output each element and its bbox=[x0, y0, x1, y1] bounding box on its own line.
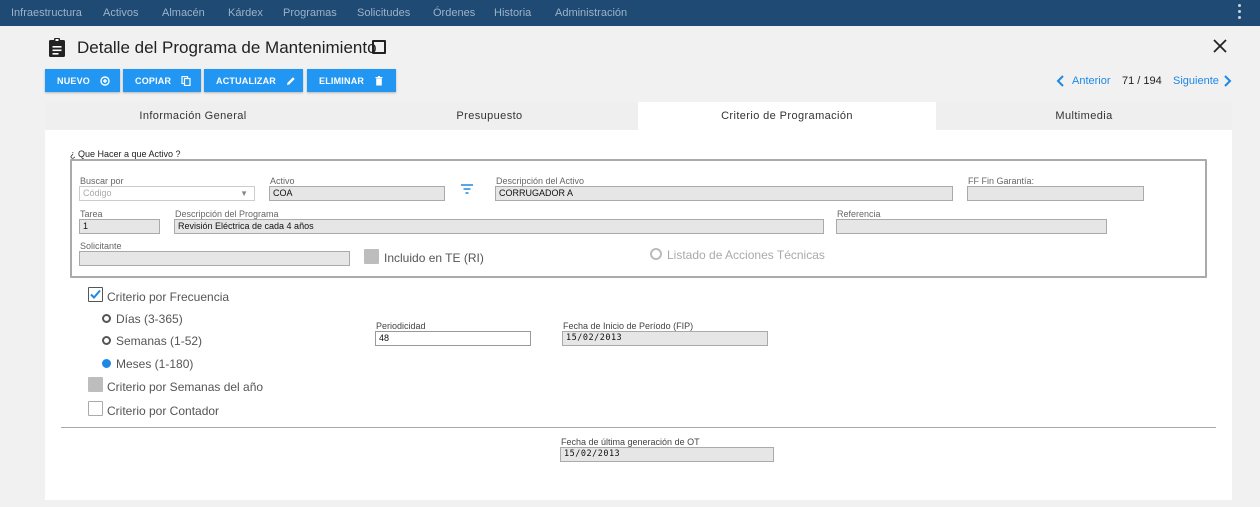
tab-criterio-programacion[interactable]: Criterio de Programación bbox=[638, 102, 936, 130]
check-icon bbox=[90, 289, 101, 299]
desc-activo-label: Descripción del Activo bbox=[496, 176, 585, 186]
ultima-ot-label: Fecha de última generación de OT bbox=[561, 437, 700, 447]
ultima-ot-field[interactable]: 15/02/2013 bbox=[560, 447, 774, 462]
program-detail-card: Información General Presupuesto Criterio… bbox=[45, 102, 1232, 500]
ff-garantia-field[interactable] bbox=[967, 186, 1144, 201]
add-circle-icon bbox=[100, 75, 110, 86]
nav-item-ordenes[interactable]: Órdenes bbox=[433, 7, 475, 19]
solicitante-label: Solicitante bbox=[80, 241, 122, 251]
semanas-anio-label: Criterio por Semanas del año bbox=[107, 380, 264, 394]
periodicidad-label: Periodicidad bbox=[376, 321, 426, 331]
tab-presupuesto[interactable]: Presupuesto bbox=[341, 102, 638, 130]
chevron-left-icon[interactable] bbox=[1056, 75, 1066, 87]
more-vert-icon[interactable] bbox=[1238, 4, 1242, 22]
periodicidad-input[interactable]: 48 bbox=[375, 331, 531, 346]
tab-informacion-general[interactable]: Información General bbox=[45, 102, 341, 130]
nav-item-almacen[interactable]: Almacén bbox=[162, 7, 205, 19]
desc-programa-field[interactable]: Revisión Eléctrica de cada 4 años bbox=[174, 219, 824, 234]
close-icon[interactable] bbox=[1212, 38, 1228, 54]
section-title: ¿ Que Hacer a que Activo ? bbox=[70, 149, 181, 159]
ff-garantia-label: FF Fin Garantía: bbox=[968, 176, 1035, 186]
incluido-te-checkbox[interactable] bbox=[364, 249, 379, 264]
tab-multimedia[interactable]: Multimedia bbox=[936, 102, 1232, 130]
dropdown-arrow-icon: ▼ bbox=[240, 189, 248, 198]
tarea-label: Tarea bbox=[80, 209, 103, 219]
dias-radio[interactable] bbox=[102, 314, 111, 323]
contador-label: Criterio por Contador bbox=[107, 404, 220, 418]
chevron-right-icon[interactable] bbox=[1222, 75, 1232, 87]
semanas-radio[interactable] bbox=[102, 336, 111, 345]
buscar-por-label: Buscar por bbox=[80, 176, 124, 186]
referencia-label: Referencia bbox=[837, 209, 881, 219]
copiar-button[interactable]: COPIAR bbox=[123, 69, 201, 92]
nav-item-administracion[interactable]: Administración bbox=[555, 7, 627, 19]
listado-acciones-radio[interactable] bbox=[650, 248, 662, 260]
activo-label: Activo bbox=[270, 176, 295, 186]
incluido-te-label: Incluido en TE (RI) bbox=[384, 251, 484, 265]
copy-icon bbox=[181, 75, 191, 86]
solicitante-field[interactable] bbox=[79, 251, 350, 266]
top-navbar: Infraestructura Activos Almacén Kárdex P… bbox=[0, 0, 1260, 26]
section-divider bbox=[61, 427, 1216, 428]
anterior-link[interactable]: Anterior bbox=[1072, 75, 1111, 87]
nav-item-solicitudes[interactable]: Solicitudes bbox=[357, 7, 410, 19]
listado-acciones-label: Listado de Acciones Técnicas bbox=[667, 248, 825, 262]
activo-field[interactable]: COA bbox=[269, 186, 445, 201]
semanas-label: Semanas (1-52) bbox=[116, 334, 203, 348]
eliminar-button[interactable]: ELIMINAR bbox=[307, 69, 396, 92]
edit-icon bbox=[287, 76, 295, 85]
tab-bar: Información General Presupuesto Criterio… bbox=[45, 102, 1232, 130]
nav-item-historia[interactable]: Historia bbox=[494, 7, 531, 19]
nuevo-button[interactable]: NUEVO bbox=[45, 69, 120, 92]
actualizar-label: ACTUALIZAR bbox=[216, 75, 276, 86]
fip-field[interactable]: 15/02/2013 bbox=[562, 331, 768, 346]
trash-icon bbox=[375, 75, 383, 85]
referencia-field[interactable] bbox=[836, 219, 1107, 234]
fip-label: Fecha de Inicio de Período (FIP) bbox=[563, 321, 694, 331]
siguiente-link[interactable]: Siguiente bbox=[1173, 75, 1219, 87]
semanas-anio-checkbox[interactable] bbox=[88, 377, 103, 392]
page-title: Detalle del Programa de Mantenimiento bbox=[77, 38, 377, 57]
buscar-por-select[interactable]: Código ▼ bbox=[79, 186, 255, 201]
frecuencia-checkbox[interactable] bbox=[88, 287, 103, 302]
desc-activo-field[interactable]: CORRUGADOR A bbox=[495, 186, 953, 201]
pager-count: 71 / 194 bbox=[1122, 75, 1162, 87]
buscar-por-placeholder: Código bbox=[83, 188, 112, 198]
meses-radio[interactable] bbox=[102, 359, 111, 368]
nav-item-kardex[interactable]: Kárdex bbox=[228, 7, 263, 19]
nuevo-label: NUEVO bbox=[57, 75, 91, 86]
tarea-field[interactable]: 1 bbox=[79, 219, 160, 234]
actualizar-button[interactable]: ACTUALIZAR bbox=[204, 69, 303, 92]
copiar-label: COPIAR bbox=[135, 75, 172, 86]
clipboard-icon bbox=[49, 38, 65, 57]
eliminar-label: ELIMINAR bbox=[319, 75, 365, 86]
filter-icon[interactable] bbox=[460, 183, 474, 195]
desc-programa-label: Descripción del Programa bbox=[175, 209, 279, 219]
title-checkbox[interactable] bbox=[372, 40, 386, 54]
meses-label: Meses (1-180) bbox=[116, 357, 194, 371]
nav-item-activos[interactable]: Activos bbox=[103, 7, 138, 19]
dias-label: Días (3-365) bbox=[116, 312, 183, 326]
contador-checkbox[interactable] bbox=[88, 401, 103, 416]
nav-item-programas[interactable]: Programas bbox=[283, 7, 337, 19]
frecuencia-label: Criterio por Frecuencia bbox=[107, 290, 230, 304]
nav-item-infraestructura[interactable]: Infraestructura bbox=[11, 7, 82, 19]
